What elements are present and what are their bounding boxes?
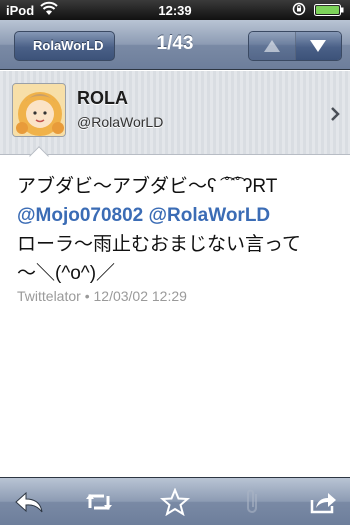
navigation-bar: RolaWorLD 1/43 xyxy=(0,20,350,70)
tweet-text: アブダビ〜アブダビ〜ʕ ͡ ̊ ͡ ̊ ʔRT @Mojo070802 @Rol… xyxy=(17,172,337,288)
user-name: ROLA xyxy=(77,88,128,108)
next-tweet-button[interactable] xyxy=(295,32,341,60)
client-name: Twittelator xyxy=(17,288,81,304)
attachment-icon xyxy=(247,489,257,513)
share-icon xyxy=(310,493,336,514)
tweet-meta: Twittelator • 12/03/02 12:29 xyxy=(17,288,187,304)
tweet-line-4: 〜＼(^o^)／ xyxy=(17,263,116,284)
mention-link[interactable]: @Mojo070802 xyxy=(17,205,143,226)
back-button[interactable]: RolaWorLD xyxy=(14,31,115,61)
user-profile-row[interactable]: ROLA @RolaWorLD xyxy=(0,71,350,155)
avatar-image xyxy=(13,84,65,136)
tweet-line-3: ローラ〜雨止むおまじない言って xyxy=(17,234,302,255)
retweet-button[interactable] xyxy=(84,488,114,516)
attachment-button[interactable] xyxy=(238,488,268,516)
tweet-timestamp: 12/03/02 12:29 xyxy=(93,288,187,304)
favorite-star-icon xyxy=(159,487,191,517)
chevron-right-icon xyxy=(331,107,340,121)
user-handle: @RolaWorLD xyxy=(77,114,164,130)
status-bar: iPod 12:39 xyxy=(0,0,350,20)
tweet-line-2: @Mojo070802 @RolaWorLD xyxy=(17,201,337,230)
mention-link[interactable]: @RolaWorLD xyxy=(149,205,271,226)
reply-icon xyxy=(15,491,43,513)
triangle-down-icon xyxy=(310,40,327,52)
reply-button[interactable] xyxy=(14,488,44,516)
favorite-button[interactable] xyxy=(159,487,191,517)
avatar xyxy=(12,83,66,137)
rotation-lock-icon xyxy=(292,2,306,16)
prev-next-segmented-control xyxy=(248,31,342,61)
triangle-up-icon xyxy=(263,40,280,52)
meta-separator: • xyxy=(84,288,90,304)
previous-tweet-button[interactable] xyxy=(249,32,296,60)
tweet-line-1: アブダビ〜アブダビ〜ʕ ͡ ̊ ͡ ̊ ʔRT xyxy=(17,176,278,197)
bottom-toolbar xyxy=(0,477,350,525)
share-button[interactable] xyxy=(308,488,338,516)
page-title: 1/43 xyxy=(156,33,194,54)
battery-icon xyxy=(314,4,344,16)
retweet-icon xyxy=(86,494,112,510)
